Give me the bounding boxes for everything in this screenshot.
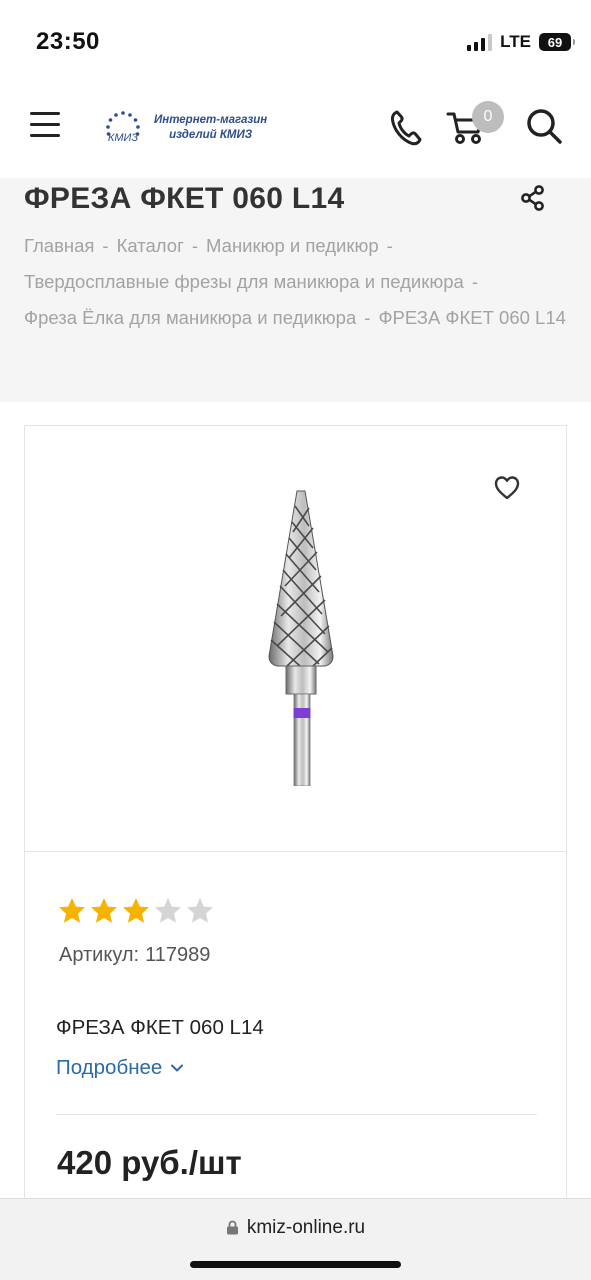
- url-display[interactable]: kmiz-online.ru: [0, 1217, 591, 1239]
- search-icon[interactable]: [524, 106, 564, 146]
- product-photo: [268, 490, 334, 786]
- breadcrumb-separator: -: [364, 307, 371, 328]
- site-header: КМИЗ Интернет-магазин изделий КМИЗ 0: [0, 86, 591, 178]
- status-indicators: LTE 69: [467, 32, 575, 52]
- battery-level: 69: [547, 34, 563, 50]
- share-icon[interactable]: [519, 184, 547, 212]
- more-details-link[interactable]: Подробнее: [56, 1056, 184, 1080]
- product-card: Артикул: 117989 ФРЕЗА ФКЕТ 060 L14 Подроб…: [24, 425, 567, 1225]
- article-value: 117989: [145, 944, 211, 966]
- rating-stars: [57, 896, 215, 926]
- article-number: Артикул: 117989: [59, 944, 210, 967]
- star-empty-icon: [187, 898, 213, 923]
- cart-count-badge: 0: [472, 101, 504, 133]
- logo-text-line1: Интернет-магазин: [154, 114, 268, 126]
- chevron-down-icon: [171, 1064, 184, 1072]
- title-band: ФРЕЗА ФКЕТ 060 L14 Главная - Каталог - Маник…: [0, 178, 591, 402]
- logo-mark-icon: КМИЗ: [106, 111, 140, 144]
- phone-icon[interactable]: [388, 108, 424, 148]
- logo-text: Интернет-магазин изделий КМИЗ: [154, 113, 267, 143]
- more-details-label: Подробнее: [56, 1056, 163, 1079]
- logo-text-line2: изделий КМИЗ: [169, 129, 253, 141]
- breadcrumb-item-current: ФРЕЗА ФКЕТ 060 L14: [378, 307, 566, 328]
- menu-icon[interactable]: [30, 112, 62, 142]
- star-empty-icon: [155, 898, 181, 923]
- product-price: 420 руб./шт: [57, 1144, 242, 1181]
- browser-url-bar[interactable]: kmiz-online.ru: [0, 1198, 591, 1280]
- star-filled-icon: [91, 898, 117, 923]
- url-text: kmiz-online.ru: [246, 1217, 366, 1238]
- star-filled-icon: [123, 898, 149, 923]
- page-title: ФРЕЗА ФКЕТ 060 L14: [24, 182, 345, 215]
- breadcrumb-item-tree-burs[interactable]: Фреза Ёлка для маникюра и педикюра: [24, 307, 356, 328]
- product-image-area[interactable]: [25, 426, 566, 852]
- breadcrumb: Главная - Каталог - Маникюр и педикюр - Твердо…: [24, 228, 569, 336]
- breadcrumb-item-catalog[interactable]: Каталог: [117, 235, 184, 256]
- breadcrumb-item-carbide-burs[interactable]: Твердосплавные фрезы для маникюра и педи…: [24, 271, 464, 292]
- breadcrumb-separator: -: [102, 235, 109, 256]
- signal-icon: [467, 33, 493, 51]
- star-filled-icon: [59, 898, 85, 923]
- status-bar: 23:50 LTE 69: [0, 0, 591, 86]
- network-type: LTE: [500, 32, 531, 51]
- status-time: 23:50: [36, 28, 100, 55]
- divider: [56, 1114, 537, 1115]
- breadcrumb-separator: -: [386, 235, 393, 256]
- logo-mark-text: КМИЗ: [108, 132, 139, 144]
- article-label: Артикул:: [59, 944, 140, 966]
- breadcrumb-item-home[interactable]: Главная: [24, 235, 94, 256]
- page-root: 23:50 LTE 69 КМИЗ Интернет-магазин издел…: [0, 0, 591, 1280]
- site-logo[interactable]: КМИЗ Интернет-магазин изделий КМИЗ: [102, 108, 267, 148]
- heart-icon[interactable]: [493, 474, 521, 502]
- battery-icon: 69: [539, 33, 575, 51]
- breadcrumb-separator: -: [191, 235, 199, 256]
- breadcrumb-item-manicure[interactable]: Маникюр и педикюр: [206, 235, 379, 256]
- home-indicator: [190, 1261, 401, 1268]
- lock-icon: [226, 1220, 238, 1235]
- breadcrumb-separator: -: [471, 271, 478, 292]
- product-short-name: ФРЕЗА ФКЕТ 060 L14: [56, 1016, 264, 1039]
